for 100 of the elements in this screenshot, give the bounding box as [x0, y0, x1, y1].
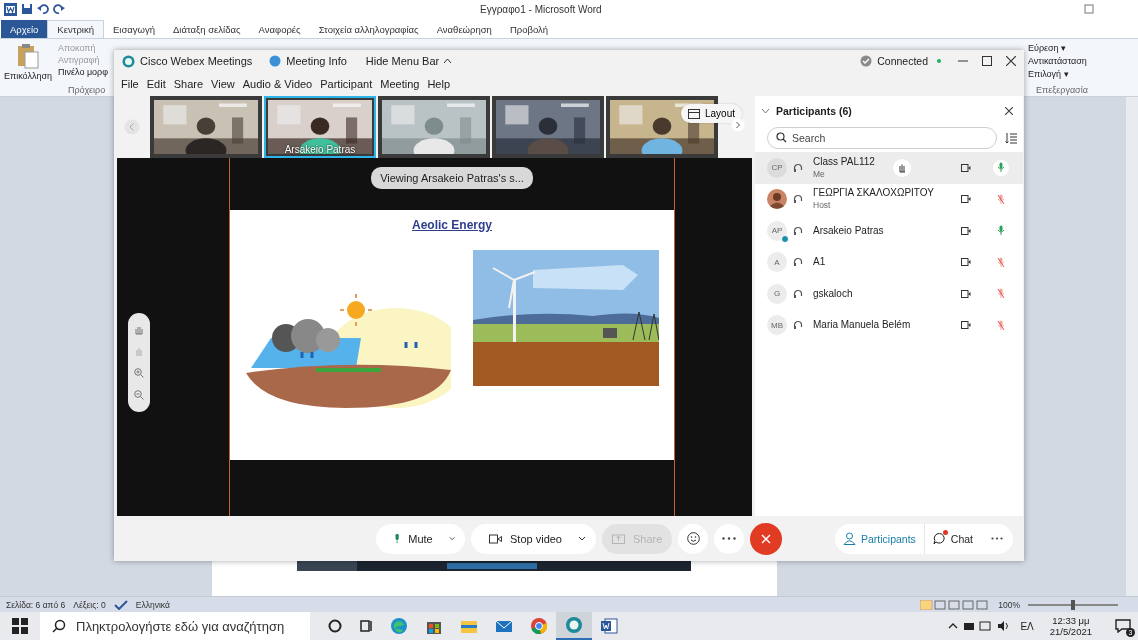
menu-item[interactable]: View — [211, 78, 235, 90]
avatar: A — [767, 252, 787, 273]
participant-row[interactable]: CP Class PAL112 Me — [755, 152, 1023, 184]
close-icon[interactable] — [1005, 107, 1013, 115]
close-icon[interactable] — [1006, 56, 1016, 66]
stop-video-button[interactable]: Stop video — [471, 523, 596, 554]
info-icon[interactable] — [269, 55, 282, 67]
sharing-banner: Viewing Arsakeio Patras's s... — [371, 167, 533, 189]
participant-row[interactable]: A A1 — [755, 246, 1023, 278]
search-field[interactable]: Search — [767, 127, 997, 149]
edge-icon[interactable] — [390, 617, 408, 635]
clock-time[interactable]: 12:33 μμ — [1052, 615, 1090, 626]
scrollbar[interactable] — [1126, 97, 1138, 596]
ribbon-tab[interactable]: Διάταξη σελίδας — [164, 20, 250, 38]
redo-icon[interactable] — [53, 3, 65, 15]
windows-start-icon[interactable] — [12, 618, 28, 634]
app-name: Cisco Webex Meetings — [140, 55, 253, 67]
menu-item[interactable]: Audio & Video — [242, 78, 313, 90]
next-icon[interactable] — [731, 118, 745, 132]
paste-button[interactable]: Επικόλληση — [4, 71, 52, 81]
microphone-button[interactable] — [993, 159, 1009, 176]
pan-icon[interactable] — [134, 324, 144, 335]
save-icon[interactable] — [21, 3, 33, 15]
camera-icon[interactable] — [961, 163, 971, 172]
camera-icon[interactable] — [961, 289, 971, 298]
ribbon-command[interactable]: Αντικατάσταση — [1028, 56, 1138, 66]
menu-item[interactable]: File — [121, 78, 139, 90]
ribbon-command[interactable]: Πινέλο μορφ — [58, 67, 109, 77]
meeting-info-button[interactable]: Meeting Info — [286, 55, 347, 67]
language-indicator[interactable]: Ελληνικά — [135, 599, 170, 610]
webex-icon[interactable] — [565, 616, 583, 634]
clock-date[interactable]: 21/5/2021 — [1049, 626, 1092, 637]
ribbon-tab[interactable]: Εισαγωγή — [104, 20, 164, 38]
smiley-icon — [686, 532, 700, 545]
participant-row[interactable]: G gskaloch — [755, 278, 1023, 310]
hide-menu-bar-button[interactable]: Hide Menu Bar — [365, 55, 453, 67]
avatar: G — [767, 283, 787, 304]
ribbon-command[interactable]: Επιλογή ▾ — [1028, 69, 1138, 79]
zoom-in-icon[interactable] — [134, 368, 144, 379]
ribbon-command[interactable]: Εύρεση ▾ — [1028, 43, 1138, 53]
headset-icon — [793, 194, 803, 205]
camera-icon[interactable] — [961, 226, 971, 235]
ribbon-tab[interactable]: Αναφορές — [249, 20, 310, 38]
ribbon-tab[interactable]: Αρχείο — [1, 20, 48, 38]
participant-row[interactable]: MB Maria Manuela Belém — [755, 309, 1023, 341]
headset-icon — [793, 257, 803, 268]
ribbon-tab[interactable]: Προβολή — [500, 20, 558, 38]
clipboard-icon[interactable] — [17, 43, 39, 69]
ribbon-tab[interactable]: Στοιχεία αλληλογραφίας — [309, 20, 428, 38]
camera-icon — [489, 533, 502, 544]
sort-icon[interactable] — [1005, 132, 1017, 144]
layout-button[interactable]: Layout — [680, 104, 742, 123]
search-icon — [776, 132, 787, 143]
collapse-icon[interactable] — [761, 108, 770, 114]
ribbon-tab[interactable]: Αναθεώρηση — [427, 20, 501, 38]
task-view-icon[interactable] — [359, 619, 373, 633]
word-icon[interactable] — [600, 617, 618, 635]
camera-icon[interactable] — [961, 321, 971, 330]
slider-thumb[interactable] — [1071, 599, 1075, 610]
chrome-icon[interactable] — [530, 617, 548, 635]
zoom-out-icon[interactable] — [134, 390, 144, 401]
participant-name: gskaloch — [813, 287, 853, 300]
mute-button[interactable]: Mute — [376, 523, 465, 554]
menu-item[interactable]: Edit — [146, 78, 166, 90]
raise-hand-button[interactable] — [893, 158, 911, 177]
ribbon-tab[interactable]: Κεντρική — [47, 20, 104, 38]
group-label: Πρόχειρο — [68, 85, 106, 95]
slide-title: Aeolic Energy — [412, 218, 492, 232]
view-buttons-icon[interactable] — [920, 599, 991, 610]
cortana-icon[interactable] — [328, 619, 342, 633]
zoom-level[interactable]: 100% — [998, 599, 1020, 610]
menu-item[interactable]: Share — [173, 78, 204, 90]
word-logo-icon[interactable] — [4, 2, 17, 16]
connection-status: Connected — [877, 55, 928, 67]
participant-name: ΓΕΩΡΓΙΑ ΣΚΑΛΟΧΩΡΙΤΟΥ — [813, 187, 934, 200]
maximize-icon[interactable] — [982, 56, 992, 66]
avatar: AP — [767, 220, 787, 241]
camera-icon[interactable] — [961, 195, 971, 204]
leave-meeting-button[interactable] — [750, 522, 783, 555]
menu-item[interactable]: Help — [427, 78, 450, 90]
avatar — [767, 189, 787, 210]
unread-dot — [942, 530, 948, 535]
undo-icon[interactable] — [37, 3, 49, 15]
panel-title: Participants (6) — [776, 105, 852, 117]
notification-icon[interactable] — [1115, 619, 1131, 633]
menu-item[interactable]: Meeting — [380, 78, 420, 90]
hand-icon — [897, 162, 907, 173]
headset-icon — [793, 320, 803, 331]
reactions-button[interactable] — [678, 523, 709, 554]
participant-row[interactable]: AP Arsakeio Patras — [755, 215, 1023, 247]
microphone-icon — [997, 256, 1005, 268]
participant-row[interactable]: ΓΕΩΡΓΙΑ ΣΚΑΛΟΧΩΡΙΤΟΥ Host — [755, 183, 1023, 215]
language-indicator[interactable]: ΕΛ — [1020, 620, 1034, 632]
microphone-icon — [394, 532, 401, 545]
proofing-icon[interactable] — [113, 599, 128, 610]
menu-item[interactable]: Participant — [320, 78, 373, 90]
camera-icon[interactable] — [961, 258, 971, 267]
chat-button[interactable]: Chat — [924, 523, 981, 554]
participants-button[interactable]: Participants — [834, 523, 925, 554]
search-field[interactable]: Πληκτρολογήστε εδώ για αναζήτηση — [40, 612, 310, 640]
